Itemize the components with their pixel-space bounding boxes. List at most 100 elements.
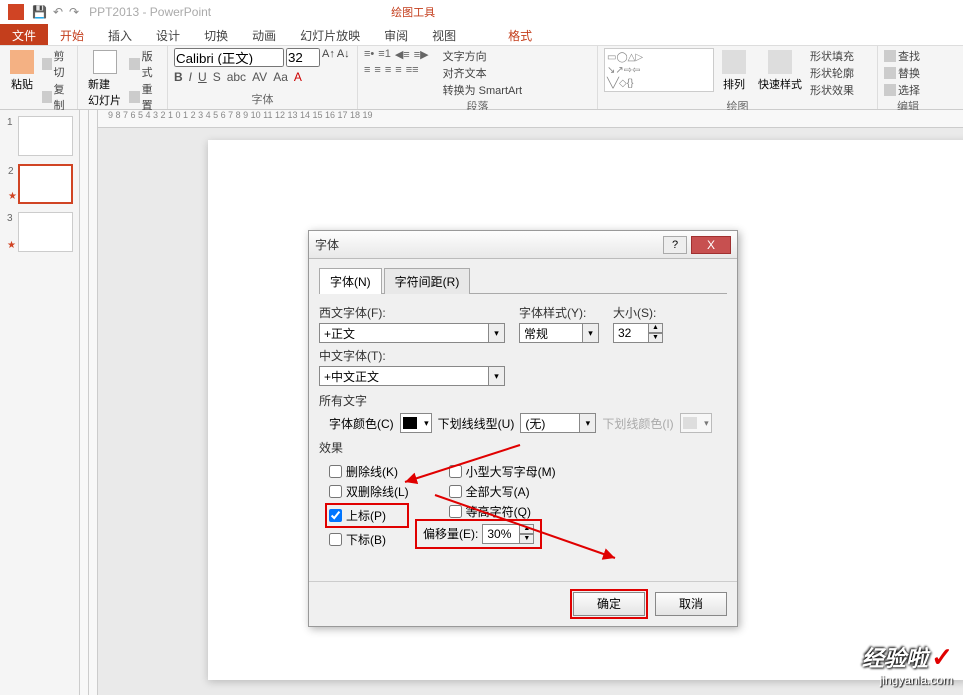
underline-color-label: 下划线颜色(I) xyxy=(602,415,673,432)
align-text-button[interactable]: 对齐文本 xyxy=(443,65,522,81)
scissors-icon xyxy=(42,58,52,70)
tab-slideshow[interactable]: 幻灯片放映 xyxy=(288,24,372,45)
all-text-label: 所有文字 xyxy=(319,392,727,409)
font-color-picker[interactable]: ▾ xyxy=(400,413,432,433)
select-button[interactable]: 选择 xyxy=(884,82,932,98)
double-strike-checkbox[interactable] xyxy=(329,485,342,498)
font-size-input[interactable] xyxy=(613,323,649,343)
dialog-close-button[interactable]: X xyxy=(691,236,731,254)
align-left-button[interactable]: ≡ xyxy=(364,64,370,76)
find-button[interactable]: 查找 xyxy=(884,48,932,64)
strike-checkbox[interactable] xyxy=(329,465,342,478)
window-title: PPT2013 - PowerPoint xyxy=(89,5,211,19)
quick-styles-button[interactable]: 快速样式 xyxy=(754,48,806,98)
columns-button[interactable]: ≡≡ xyxy=(406,64,419,76)
arrange-button[interactable]: 排列 xyxy=(718,48,750,98)
strike-button[interactable]: abc xyxy=(227,70,246,84)
slide-thumbnails-pane: 1 2★ 3★ xyxy=(0,110,80,695)
tab-insert[interactable]: 插入 xyxy=(96,24,144,45)
subscript-checkbox[interactable] xyxy=(329,533,342,546)
offset-input[interactable] xyxy=(482,524,520,544)
bullets-button[interactable]: ≡• xyxy=(364,48,374,61)
chevron-down-icon[interactable]: ▾ xyxy=(580,413,596,433)
tab-file[interactable]: 文件 xyxy=(0,24,48,45)
numbering-button[interactable]: ≡1 xyxy=(378,48,391,61)
dialog-tab-font[interactable]: 字体(N) xyxy=(319,268,382,294)
layout-icon xyxy=(129,58,140,70)
text-direction-button[interactable]: 文字方向 xyxy=(443,48,522,64)
tab-format[interactable]: 格式 xyxy=(496,24,544,45)
slide-thumb-1[interactable]: 1 xyxy=(18,116,73,156)
spinner-up-icon[interactable]: ▲ xyxy=(649,323,663,333)
title-bar: 💾 ↶ ↷ PPT2013 - PowerPoint 绘图工具 xyxy=(0,0,963,24)
copy-button[interactable]: 复制 xyxy=(42,81,71,113)
font-style-label: 字体样式(Y): xyxy=(519,304,599,321)
font-size-select[interactable] xyxy=(286,48,320,67)
dialog-help-button[interactable]: ? xyxy=(663,236,687,254)
shapes-gallery[interactable]: ▭◯△▷↘↗⇨⇦╲╱◇{} xyxy=(604,48,714,92)
font-style-combo[interactable] xyxy=(519,323,583,343)
spinner-down-icon[interactable]: ▼ xyxy=(520,534,534,544)
ok-button[interactable]: 确定 xyxy=(573,592,645,616)
slide-thumb-3[interactable]: 3★ xyxy=(18,212,73,252)
copy-icon xyxy=(42,91,52,103)
tab-review[interactable]: 审阅 xyxy=(372,24,420,45)
tab-home[interactable]: 开始 xyxy=(48,24,96,45)
dialog-title: 字体 xyxy=(315,236,663,253)
replace-button[interactable]: 替换 xyxy=(884,65,932,81)
decrease-font-icon[interactable]: A↓ xyxy=(337,48,350,67)
char-spacing-button[interactable]: AV xyxy=(252,70,267,84)
smartart-button[interactable]: 转换为 SmartArt xyxy=(443,82,522,98)
slide-thumb-2[interactable]: 2★ xyxy=(18,164,73,204)
ribbon-tabs: 文件 开始 插入 设计 切换 动画 幻灯片放映 审阅 视图 格式 xyxy=(0,24,963,46)
shadow-button[interactable]: S xyxy=(213,70,221,84)
quick-undo-icon[interactable]: ↶ xyxy=(53,5,63,19)
align-center-button[interactable]: ≡ xyxy=(374,64,380,76)
asian-font-combo[interactable] xyxy=(319,366,489,386)
underline-style-combo[interactable] xyxy=(520,413,580,433)
western-font-combo[interactable] xyxy=(319,323,489,343)
chevron-down-icon[interactable]: ▾ xyxy=(489,366,505,386)
all-caps-checkbox[interactable] xyxy=(449,485,462,498)
layout-button[interactable]: 版式 xyxy=(129,48,161,80)
superscript-checkbox[interactable] xyxy=(329,509,342,522)
reset-button[interactable]: 重置 xyxy=(129,81,161,113)
align-right-button[interactable]: ≡ xyxy=(385,64,391,76)
chevron-down-icon[interactable]: ▾ xyxy=(489,323,505,343)
indent-inc-button[interactable]: ≡▶ xyxy=(414,48,429,61)
chevron-down-icon[interactable]: ▾ xyxy=(583,323,599,343)
tab-design[interactable]: 设计 xyxy=(144,24,192,45)
italic-button[interactable]: I xyxy=(189,70,192,84)
bold-button[interactable]: B xyxy=(174,70,183,84)
spinner-down-icon[interactable]: ▼ xyxy=(649,333,663,343)
cancel-button[interactable]: 取消 xyxy=(655,592,727,616)
tab-animations[interactable]: 动画 xyxy=(240,24,288,45)
contextual-tools-label: 绘图工具 xyxy=(391,4,435,20)
small-caps-checkbox[interactable] xyxy=(449,465,462,478)
tab-view[interactable]: 视图 xyxy=(420,24,468,45)
tab-transitions[interactable]: 切换 xyxy=(192,24,240,45)
watermark-text: 经验啦 xyxy=(862,646,928,671)
app-icon xyxy=(8,4,24,20)
shape-fill-button[interactable]: 形状填充 xyxy=(810,48,854,64)
quick-save-icon[interactable]: 💾 xyxy=(32,5,47,19)
justify-button[interactable]: ≡ xyxy=(395,64,401,76)
shape-outline-button[interactable]: 形状轮廓 xyxy=(810,65,854,81)
equalize-checkbox[interactable] xyxy=(449,505,462,518)
spinner-up-icon[interactable]: ▲ xyxy=(520,524,534,534)
font-name-select[interactable] xyxy=(174,48,284,67)
asian-font-label: 中文字体(T): xyxy=(319,347,727,364)
increase-font-icon[interactable]: A↑ xyxy=(322,48,335,67)
change-case-button[interactable]: Aa xyxy=(273,70,288,84)
dialog-tab-spacing[interactable]: 字符间距(R) xyxy=(384,268,471,294)
indent-dec-button[interactable]: ◀≡ xyxy=(395,48,410,61)
font-color-button[interactable]: A xyxy=(294,70,302,84)
western-font-label: 西文字体(F): xyxy=(319,304,505,321)
watermark-url: jingyanla.com xyxy=(862,673,953,687)
font-size-label: 大小(S): xyxy=(613,304,663,321)
cut-button[interactable]: 剪切 xyxy=(42,48,71,80)
dialog-titlebar[interactable]: 字体 ? X xyxy=(309,231,737,259)
underline-button[interactable]: U xyxy=(198,70,207,84)
quick-redo-icon[interactable]: ↷ xyxy=(69,5,79,19)
shape-effects-button[interactable]: 形状效果 xyxy=(810,82,854,98)
